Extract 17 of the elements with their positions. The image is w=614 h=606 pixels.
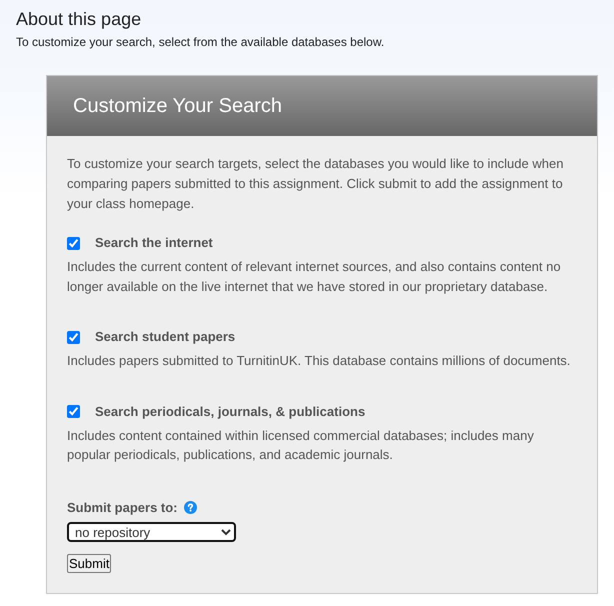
database-checkbox[interactable] bbox=[67, 236, 80, 250]
page-subtitle: To customize your search, select from the available databases below. bbox=[16, 35, 386, 50]
database-label[interactable]: Search periodicals, journals, & publications bbox=[95, 402, 366, 422]
panel-title: Customize Your Search bbox=[73, 94, 282, 118]
submit-to-label: Submit papers to: bbox=[67, 498, 178, 517]
database-description: Includes content contained within licensed commercial databases; includes many popular periodicals, publications, and academic journals. bbox=[67, 426, 535, 464]
intro-text: To customize your search targets, select the databases you would like to include when comparing papers submitted to this assignment. Click submit to add the assignment to your class homepage. bbox=[67, 155, 564, 213]
database-description: Includes the current content of relevant internet sources, and also contains content no longer available on the live internet that we have stored in our proprietary database. bbox=[67, 258, 562, 296]
database-label[interactable]: Search student papers bbox=[95, 327, 236, 348]
database-checkbox[interactable] bbox=[67, 330, 80, 344]
database-description: Includes papers submitted to TurnitinUK. This database contains millions of documents. bbox=[67, 352, 572, 370]
page-title: About this page bbox=[16, 8, 142, 30]
repository-select[interactable]: no repository bbox=[67, 522, 236, 542]
submit-button[interactable]: Submit bbox=[67, 554, 112, 573]
database-label[interactable]: Search the internet bbox=[95, 233, 213, 254]
database-checkbox[interactable] bbox=[67, 405, 80, 418]
help-icon[interactable] bbox=[184, 501, 197, 514]
